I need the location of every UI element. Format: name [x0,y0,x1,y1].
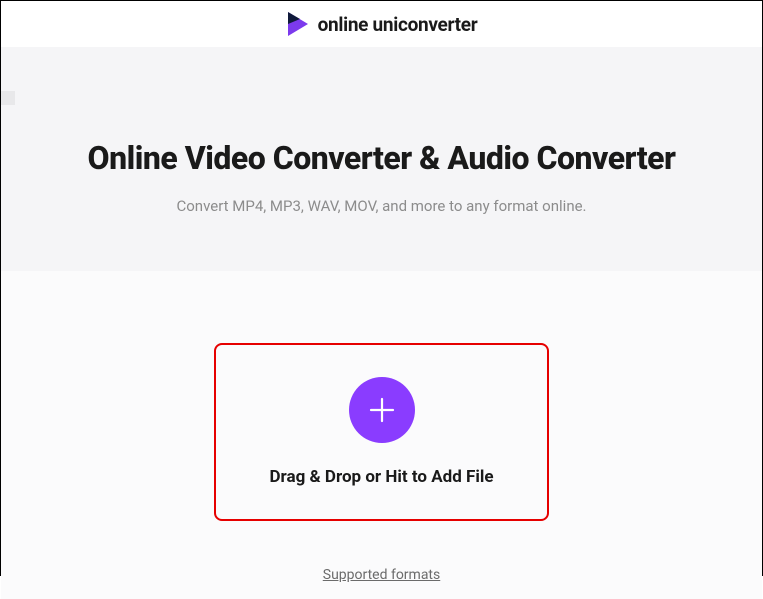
upload-section: Drag & Drop or Hit to Add File Supported… [1,271,762,599]
plus-icon [365,393,399,427]
dropzone-label: Drag & Drop or Hit to Add File [269,467,493,487]
page-title: Online Video Converter & Audio Converter [21,139,742,177]
brand-name: online uniconverter [318,13,478,36]
supported-formats-link[interactable]: Supported formats [323,567,441,583]
hero-section: Online Video Converter & Audio Converter… [1,47,762,271]
file-dropzone[interactable]: Drag & Drop or Hit to Add File [214,343,549,521]
cropped-fragment [1,91,15,105]
header: online uniconverter [1,1,762,47]
brand-logo-icon [286,11,310,37]
add-file-button[interactable] [349,377,415,443]
page-subtitle: Convert MP4, MP3, WAV, MOV, and more to … [21,197,742,215]
